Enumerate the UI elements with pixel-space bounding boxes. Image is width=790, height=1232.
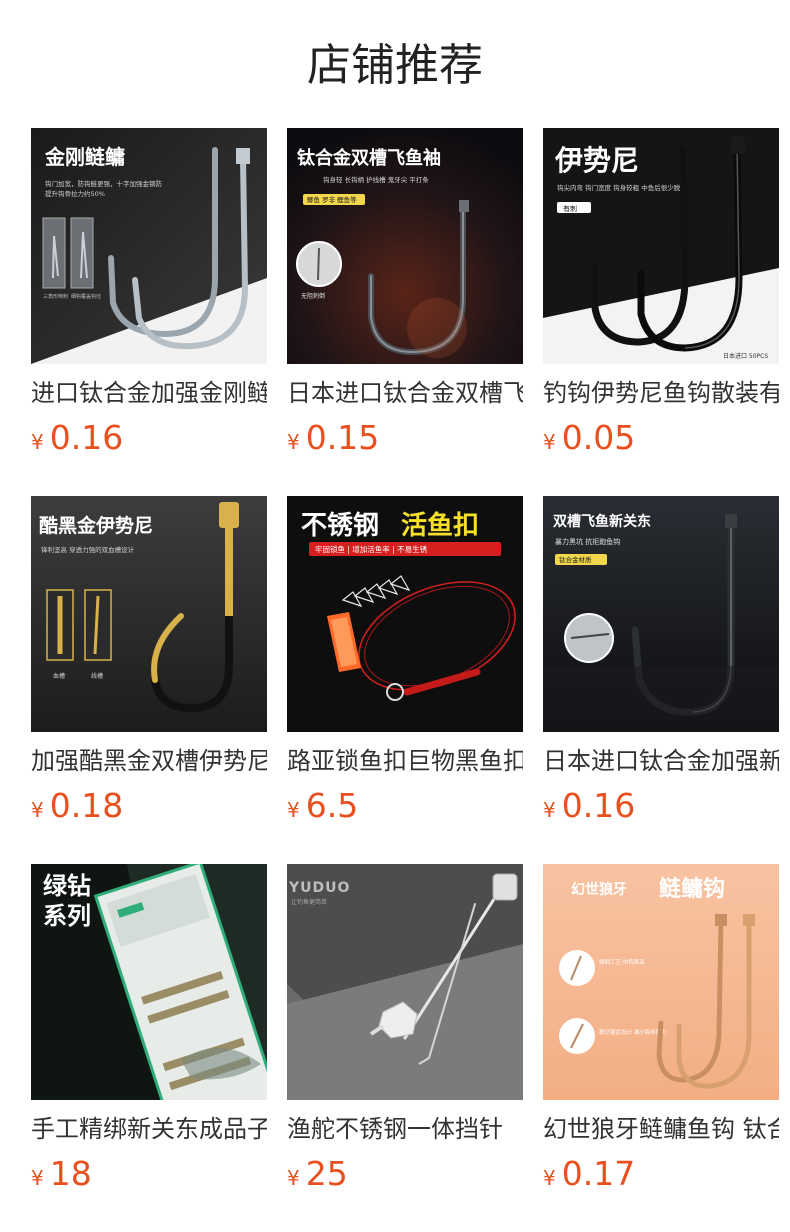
product-image[interactable]: 伊势尼 钩尖内弯 钩门宽度 钩身较粗 中鱼后很少脱钩 有刺 日本进口 50PCS [543,128,779,364]
product-price: 0.18 [49,786,124,825]
svg-text:日本进口 50PCS: 日本进口 50PCS [723,352,768,360]
overlay-tag: 有刺 [563,204,577,213]
overlay-subtitle: 提升钩骨拉力约50% [45,189,105,198]
product-name[interactable]: 日本进口钛合金加强新关东 [543,744,779,778]
overlay-title-accent: 活鱼扣 [401,511,479,541]
hook-image-kuheijin: 酷黑金伊势尼 锋利坚高 穿透力强的双血槽设计 血槽 线槽 [31,496,267,732]
currency-symbol: ¥ [31,798,44,822]
hook-image-feiyuxiu: 钛合金双槽飞鱼袖 钩身轻 长钩柄 护线槽 鬼牙尖 平打条 鲫鱼 罗非 鲤鱼等 无… [287,128,523,364]
hook-image-jingang: 金刚鲢鳙 钩门加宽，防钩鲢更强，十字加强金钢防 提升钩骨拉力约50% 三角形倒刺… [31,128,267,364]
svg-text:倒刺工艺 中钩率高: 倒刺工艺 中钩率高 [599,958,645,966]
currency-symbol: ¥ [543,430,556,454]
price-row: ¥0.16 [31,418,123,458]
currency-symbol: ¥ [31,1166,44,1190]
currency-symbol: ¥ [543,798,556,822]
overlay-title: 不锈钢 [301,511,379,541]
product-image[interactable]: 双槽飞鱼新关东 暴力黑坑 抗拒跑鱼钩 钛合金材质 [543,496,779,732]
product-name[interactable]: 幻世狼牙鲢鳙鱼钩 钛合金 [543,1112,779,1146]
product-price: 0.17 [561,1154,636,1193]
overlay-title: 酷黑金伊势尼 [39,514,153,537]
price-row: ¥0.05 [543,418,635,458]
price-row: ¥25 [287,1154,348,1194]
overlay-subtitle: 牢固锁鱼 | 增加活鱼率 | 不易生锈 [315,544,428,554]
price-row: ¥0.18 [31,786,123,826]
product-card[interactable]: 不锈钢 活鱼扣 牢固锁鱼 | 增加活鱼率 | 不易生锈 路亚锁鱼扣巨物黑鱼扣 ¥… [287,496,523,836]
product-price: 6.5 [305,786,359,825]
product-name[interactable]: 钓钩伊势尼鱼钩散装有刺 [543,376,779,410]
currency-symbol: ¥ [287,430,300,454]
overlay-title: 伊势尼 [554,144,639,177]
overlay-title: 钛合金双槽飞鱼袖 [297,147,441,169]
leader-line-box-image: 绿钻 系列 [31,864,267,1100]
overlay-subtitle: 钩身轻 长钩柄 护线槽 鬼牙尖 平打条 [323,175,429,184]
svg-text:三角形倒刺: 三角形倒刺 [43,293,68,300]
fish-clip-image: 不锈钢 活鱼扣 牢固锁鱼 | 增加活鱼率 | 不易生锈 [287,496,523,732]
overlay-tag: 鲫鱼 罗非 鲤鱼等 [307,195,357,204]
svg-text:血槽: 血槽 [53,672,65,680]
product-name[interactable]: 日本进口钛合金双槽飞鱼袖 [287,376,523,410]
currency-symbol: ¥ [543,1166,556,1190]
hook-image-yishini: 伊势尼 钩尖内弯 钩门宽度 钩身较粗 中鱼后很少脱钩 有刺 日本进口 50PCS [543,128,779,364]
product-name[interactable]: 路亚锁鱼扣巨物黑鱼扣 [287,744,523,778]
price-row: ¥0.15 [287,418,379,458]
currency-symbol: ¥ [287,1166,300,1190]
overlay-title: 金刚鲢鳙 [44,145,125,169]
overlay-title-accent: 鲢鳙钩 [659,876,725,902]
product-card[interactable]: 钛合金双槽飞鱼袖 钩身轻 长钩柄 护线槽 鬼牙尖 平打条 鲫鱼 罗非 鲤鱼等 无… [287,128,523,468]
product-name[interactable]: 渔舵不锈钢一体挡针 [287,1112,523,1146]
overlay-title: 系列 [43,902,91,930]
product-card[interactable]: 幻世狼牙 鲢鳙钩 倒刺工艺 中钩率高 狼牙锯齿设计 减小钩丝阻力 幻世狼牙鲢鳙鱼… [543,864,779,1204]
overlay-title: 双槽飞鱼新关东 [553,513,651,530]
currency-symbol: ¥ [287,798,300,822]
product-price: 0.05 [561,418,636,457]
product-card[interactable]: 酷黑金伊势尼 锋利坚高 穿透力强的双血槽设计 血槽 线槽 加强酷黑金双槽伊势尼鱼… [31,496,267,836]
product-card[interactable]: YUDUO 让钓鱼更简单 渔舵不锈钢一体挡针 ¥25 [287,864,523,1204]
product-image[interactable]: 幻世狼牙 鲢鳙钩 倒刺工艺 中钩率高 狼牙锯齿设计 减小钩丝阻力 [543,864,779,1100]
product-image[interactable]: 酷黑金伊势尼 锋利坚高 穿透力强的双血槽设计 血槽 线槽 [31,496,267,732]
product-image[interactable]: 金刚鲢鳙 钩门加宽，防钩鲢更强，十字加强金钢防 提升钩骨拉力约50% 三角形倒刺… [31,128,267,364]
svg-text:狼牙锯齿设计 减小钩丝阻力: 狼牙锯齿设计 减小钩丝阻力 [599,1028,667,1036]
product-price: 25 [305,1154,348,1193]
overlay-title: 绿钻 [43,872,91,900]
product-name[interactable]: 手工精绑新关东成品子线 [31,1112,267,1146]
product-price: 0.15 [305,418,380,457]
overlay-subtitle: 钩尖内弯 钩门宽度 钩身较粗 中鱼后很少脱钩 [557,183,687,192]
product-card[interactable]: 金刚鲢鳙 钩门加宽，防钩鲢更强，十字加强金钢防 提升钩骨拉力约50% 三角形倒刺… [31,128,267,468]
overlay-title: 幻世狼牙 [571,881,627,898]
product-image[interactable]: 不锈钢 活鱼扣 牢固锁鱼 | 增加活鱼率 | 不易生锈 [287,496,523,732]
overlay-subtitle: 锋利坚高 穿透力强的双血槽设计 [41,545,135,554]
price-row: ¥0.17 [543,1154,635,1194]
currency-symbol: ¥ [31,430,44,454]
product-grid: 金刚鲢鳙 钩门加宽，防钩鲢更强，十字加强金钢防 提升钩骨拉力约50% 三角形倒刺… [0,0,790,1232]
svg-text:细钩覆盖钩坯: 细钩覆盖钩坯 [71,293,101,300]
stainless-stopper-image: YUDUO 让钓鱼更简单 [287,864,523,1100]
svg-text:线槽: 线槽 [91,672,103,680]
product-name[interactable]: 加强酷黑金双槽伊势尼鱼钩 [31,744,267,778]
product-price: 0.16 [49,418,124,457]
product-image[interactable]: 钛合金双槽飞鱼袖 钩身轻 长钩柄 护线槽 鬼牙尖 平打条 鲫鱼 罗非 鲤鱼等 无… [287,128,523,364]
brand-logo: YUDUO [288,880,350,896]
product-price: 18 [49,1154,92,1193]
product-image[interactable]: YUDUO 让钓鱼更简单 [287,864,523,1100]
hook-image-xinguandong: 双槽飞鱼新关东 暴力黑坑 抗拒跑鱼钩 钛合金材质 [543,496,779,732]
svg-text:无阻刺倒: 无阻刺倒 [301,292,325,300]
product-card[interactable]: 双槽飞鱼新关东 暴力黑坑 抗拒跑鱼钩 钛合金材质 日本进口钛合金加强新关东 ¥0… [543,496,779,836]
price-row: ¥18 [31,1154,92,1194]
product-card[interactable]: 绿钻 系列 手工精绑新关东成品子线 ¥18 [31,864,267,1204]
product-name[interactable]: 进口钛合金加强金刚鲢鳙 [31,376,267,410]
price-row: ¥6.5 [287,786,358,826]
brand-tagline: 让钓鱼更简单 [291,898,327,906]
overlay-subtitle: 暴力黑坑 抗拒跑鱼钩 [555,537,620,546]
overlay-tag: 钛合金材质 [559,555,592,564]
product-image[interactable]: 绿钻 系列 [31,864,267,1100]
overlay-subtitle: 钩门加宽，防钩鲢更强，十字加强金钢防 [45,179,163,188]
product-card[interactable]: 伊势尼 钩尖内弯 钩门宽度 钩身较粗 中鱼后很少脱钩 有刺 日本进口 50PCS… [543,128,779,468]
product-price: 0.16 [561,786,636,825]
hook-image-langya: 幻世狼牙 鲢鳙钩 倒刺工艺 中钩率高 狼牙锯齿设计 减小钩丝阻力 [543,864,779,1100]
price-row: ¥0.16 [543,786,635,826]
